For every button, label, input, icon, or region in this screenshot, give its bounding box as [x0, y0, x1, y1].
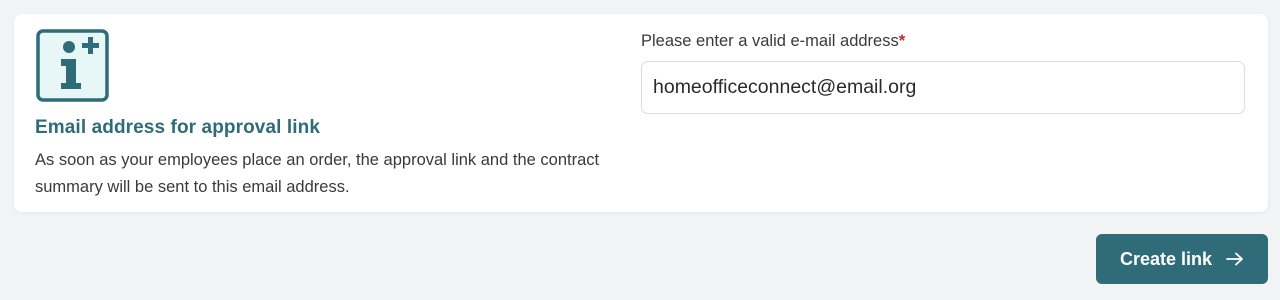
- required-marker: *: [898, 32, 906, 50]
- info-plus-icon: [36, 29, 109, 102]
- create-link-button[interactable]: Create link: [1096, 234, 1268, 284]
- section-title: Email address for approval link: [35, 117, 321, 138]
- settings-card: Email address for approval link As soon …: [14, 14, 1268, 212]
- arrow-right-icon: [1226, 252, 1244, 266]
- section-description: As soon as your employees place an order…: [35, 151, 600, 196]
- email-field[interactable]: [641, 61, 1245, 114]
- create-link-label: Create link: [1119, 248, 1213, 269]
- email-field-label: Please enter a valid e-mail address*: [641, 32, 905, 51]
- email-label-text: Please enter a valid e-mail address: [641, 32, 899, 50]
